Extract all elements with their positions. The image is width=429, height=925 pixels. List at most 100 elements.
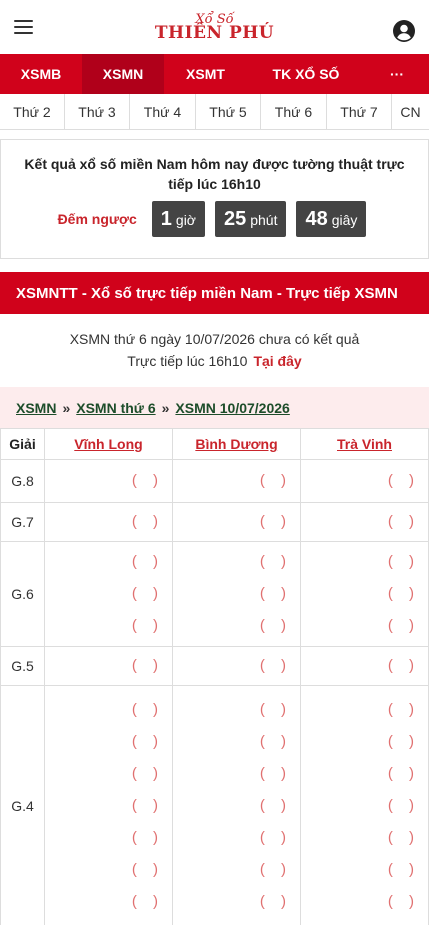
- breadcrumb-xsmn-date[interactable]: XSMN 10/07/2026: [175, 400, 289, 416]
- pending-number-placeholder: ( ): [131, 796, 164, 814]
- result-cell: ( ): [44, 502, 173, 542]
- result-cell: ( ): [300, 646, 429, 686]
- pending-number-placeholder: ( ): [259, 796, 292, 814]
- pending-number-placeholder: ( ): [259, 513, 292, 530]
- day-tab-thu-2[interactable]: Thứ 2: [0, 94, 65, 129]
- results-table: Giải Vĩnh Long Bình Dương Trà Vinh G.8 ( …: [0, 428, 429, 925]
- day-nav: Thứ 2 Thứ 3 Thứ 4 Thứ 5 Thứ 6 Thứ 7 CN: [0, 94, 429, 130]
- province-header-binh-duong[interactable]: Bình Dương: [172, 428, 301, 460]
- live-section-title: XSMNTT - Xổ số trực tiếp miền Nam - Trực…: [0, 272, 429, 314]
- breadcrumb-xsmn[interactable]: XSMN: [16, 400, 56, 416]
- pending-number-placeholder: ( ): [131, 892, 164, 910]
- countdown-hours: 1 giờ: [151, 201, 205, 237]
- pending-number-placeholder: ( ): [387, 585, 420, 602]
- pending-number-placeholder: ( ): [387, 513, 420, 530]
- result-cell: ( ): [44, 646, 173, 686]
- day-tab-thu-4[interactable]: Thứ 4: [130, 94, 196, 129]
- site-logo[interactable]: Xổ Số THIÊN PHÚ: [155, 13, 274, 42]
- prize-label: G.4: [0, 685, 45, 925]
- pending-number-placeholder: ( ): [259, 657, 292, 674]
- result-cell: ( ): [300, 459, 429, 503]
- user-account-icon[interactable]: [392, 19, 416, 43]
- pending-number-placeholder: ( ): [387, 796, 420, 814]
- breadcrumb: XSMN » XSMN thứ 6 » XSMN 10/07/2026: [0, 387, 429, 428]
- countdown-headline: Kết quả xổ số miền Nam hôm nay được tườn…: [24, 156, 405, 192]
- province-header-vinh-long[interactable]: Vĩnh Long: [44, 428, 173, 460]
- pending-number-placeholder: ( ): [259, 764, 292, 782]
- pending-number-placeholder: ( ): [131, 585, 164, 602]
- pending-number-placeholder: ( ): [131, 732, 164, 750]
- pending-number-placeholder: ( ): [131, 860, 164, 878]
- pending-number-placeholder: ( ): [131, 513, 164, 530]
- pending-number-placeholder: ( ): [131, 700, 164, 718]
- notice-line-2: Trực tiếp lúc 16h10 Tại đây: [127, 353, 302, 369]
- prize-label: G.6: [0, 541, 45, 647]
- result-cell: ( ): [172, 646, 301, 686]
- pending-number-placeholder: ( ): [131, 764, 164, 782]
- pending-number-placeholder: ( ): [131, 553, 164, 570]
- pending-number-placeholder: ( ): [387, 472, 420, 489]
- pending-number-placeholder: ( ): [259, 617, 292, 634]
- countdown-row: Đếm ngược 1 giờ 25 phút 48 giây: [11, 201, 418, 237]
- prize-label: G.5: [0, 646, 45, 686]
- countdown-label: Đếm ngược: [57, 211, 137, 227]
- countdown-seconds: 48 giây: [296, 201, 367, 237]
- countdown-minutes: 25 phút: [214, 201, 287, 237]
- pending-number-placeholder: ( ): [387, 617, 420, 634]
- table-row: G.4( )( )( )( )( )( )( )( )( )( )( )( )(…: [0, 685, 429, 925]
- pending-number-placeholder: ( ): [259, 892, 292, 910]
- result-cell: ( ) ( ) ( ): [172, 541, 301, 647]
- result-cell: ( ) ( ) ( ): [44, 541, 173, 647]
- top-header: Xổ Số THIÊN PHÚ: [0, 0, 429, 54]
- live-link[interactable]: Tại đây: [253, 353, 301, 369]
- pending-number-placeholder: ( ): [131, 617, 164, 634]
- day-tab-cn[interactable]: CN: [392, 94, 429, 129]
- table-row: G.5 ( ) ( ) ( ): [0, 646, 429, 686]
- pending-number-placeholder: ( ): [259, 732, 292, 750]
- prize-label: G.7: [0, 502, 45, 542]
- result-cell: ( ) ( ) ( ) ( ) ( ) ( ) ( ): [172, 685, 301, 925]
- table-row: G.8 ( ) ( ) ( ): [0, 459, 429, 503]
- breadcrumb-xsmn-thu-6[interactable]: XSMN thứ 6: [76, 400, 155, 416]
- prize-column-header: Giải: [0, 428, 45, 460]
- pending-number-placeholder: ( ): [387, 828, 420, 846]
- countdown-box: Kết quả xổ số miền Nam hôm nay được tườn…: [0, 139, 429, 259]
- result-cell: ( ) ( ) ( ) ( ) ( ) ( ) ( ): [300, 685, 429, 925]
- nav-item-xsmb[interactable]: XSMB: [0, 54, 82, 94]
- day-tab-thu-5[interactable]: Thứ 5: [196, 94, 261, 129]
- menu-icon[interactable]: [14, 20, 33, 34]
- result-cell: ( ) ( ) ( ) ( ) ( ) ( ) ( ): [44, 685, 173, 925]
- pending-number-placeholder: ( ): [131, 472, 164, 489]
- pending-number-placeholder: ( ): [131, 828, 164, 846]
- prize-label: G.8: [0, 459, 45, 503]
- table-row: G.7 ( ) ( ) ( ): [0, 502, 429, 542]
- day-tab-thu-7[interactable]: Thứ 7: [327, 94, 392, 129]
- day-tab-thu-6[interactable]: Thứ 6: [261, 94, 327, 129]
- pending-number-placeholder: ( ): [259, 585, 292, 602]
- pending-number-placeholder: ( ): [259, 553, 292, 570]
- pending-number-placeholder: ( ): [259, 700, 292, 718]
- nav-item-xsmn[interactable]: XSMN: [82, 54, 164, 94]
- table-row: G.6 ( ) ( ) ( ) ( ) ( ) ( ) ( ) ( ) ( ): [0, 541, 429, 647]
- breadcrumb-separator: »: [62, 399, 71, 416]
- pending-number-placeholder: ( ): [259, 860, 292, 878]
- pending-number-placeholder: ( ): [387, 892, 420, 910]
- day-tab-thu-3[interactable]: Thứ 3: [65, 94, 130, 129]
- results-header-row: Giải Vĩnh Long Bình Dương Trà Vinh: [0, 428, 429, 460]
- pending-number-placeholder: ( ): [259, 472, 292, 489]
- result-cell: ( ): [172, 502, 301, 542]
- result-notice: XSMN thứ 6 ngày 10/07/2026 chưa có kết q…: [0, 314, 429, 387]
- pending-number-placeholder: ( ): [387, 657, 420, 674]
- breadcrumb-separator: »: [161, 399, 170, 416]
- nav-item-tk-xo-so[interactable]: TK XỔ SỐ: [247, 54, 365, 94]
- logo-brand-text: THIÊN PHÚ: [154, 22, 275, 43]
- nav-item-xsmt[interactable]: XSMT: [164, 54, 247, 94]
- pending-number-placeholder: ( ): [131, 657, 164, 674]
- main-nav: XSMB XSMN XSMT TK XỔ SỐ ···: [0, 54, 429, 94]
- notice-line-1: XSMN thứ 6 ngày 10/07/2026 chưa có kết q…: [69, 331, 360, 347]
- province-header-tra-vinh[interactable]: Trà Vinh: [300, 428, 429, 460]
- nav-more-button[interactable]: ···: [365, 54, 429, 94]
- result-cell: ( ): [172, 459, 301, 503]
- result-cell: ( ): [300, 502, 429, 542]
- pending-number-placeholder: ( ): [387, 860, 420, 878]
